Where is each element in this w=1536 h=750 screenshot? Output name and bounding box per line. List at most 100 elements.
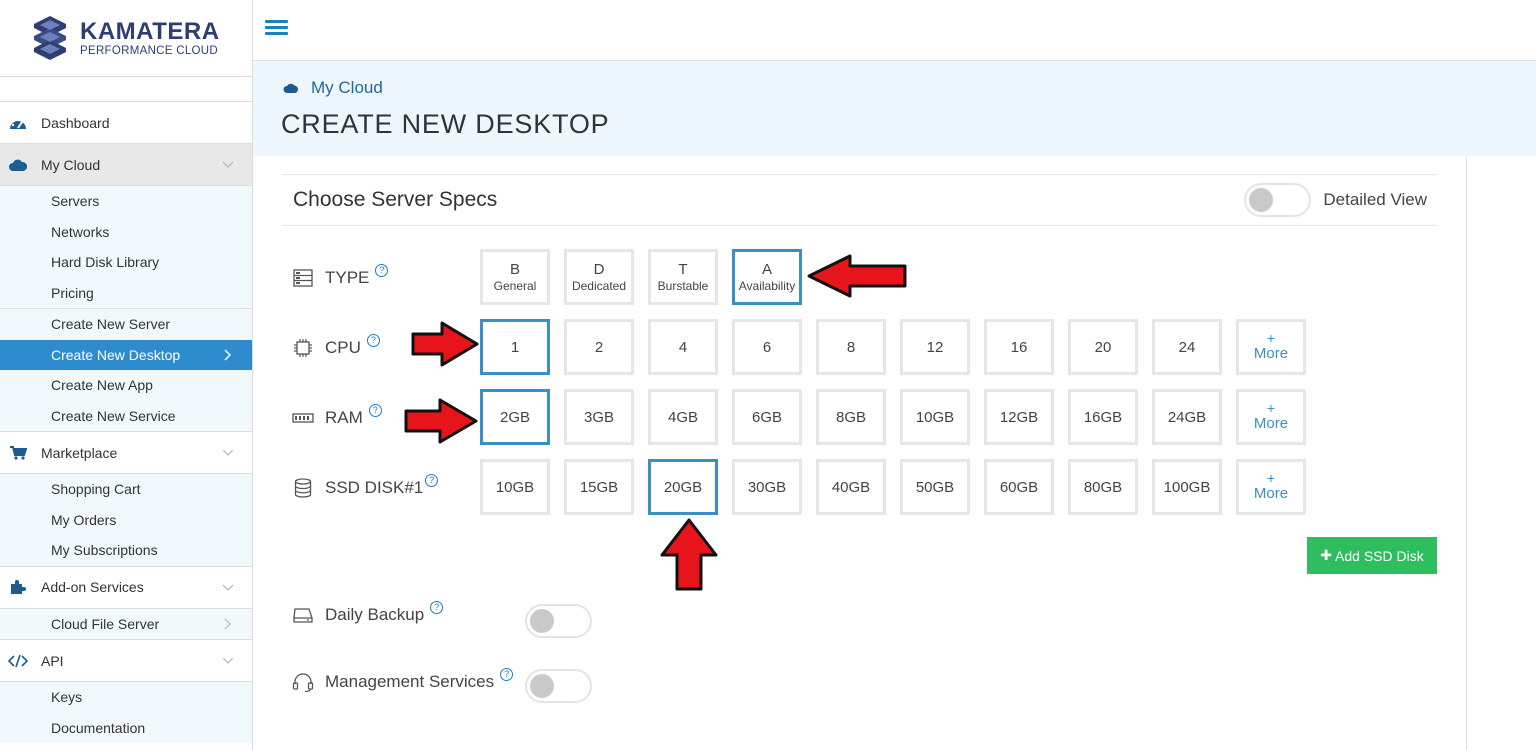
ram-option[interactable]: 16GB — [1068, 389, 1138, 445]
ssd-option[interactable]: 50GB — [900, 459, 970, 515]
sidebar-item-documentation[interactable]: Documentation — [0, 713, 252, 744]
sidebar-item-label: Create New Service — [51, 407, 176, 424]
dashboard-gauge-icon — [8, 115, 28, 131]
option-value: 16 — [1010, 338, 1028, 356]
plus-icon: ✚ — [1320, 547, 1333, 563]
cpu-option[interactable]: 12 — [900, 319, 970, 375]
option-value: 3GB — [583, 408, 614, 426]
ram-option[interactable]: 10GB — [900, 389, 970, 445]
type-option-t[interactable]: T Burstable — [648, 249, 718, 305]
help-icon[interactable]: ? — [500, 667, 514, 681]
ssd-more-button[interactable]: + More — [1236, 459, 1306, 515]
sidebar-item-my-subscriptions[interactable]: My Subscriptions — [0, 535, 252, 566]
sidebar-item-shopping-cart[interactable]: Shopping Cart — [0, 474, 252, 505]
option-sublabel: Dedicated — [571, 278, 627, 293]
sidebar-item-hard-disk-library[interactable]: Hard Disk Library — [0, 247, 252, 278]
sidebar-item-networks[interactable]: Networks — [0, 217, 252, 248]
ssd-option[interactable]: 60GB — [984, 459, 1054, 515]
ram-option[interactable]: 3GB — [564, 389, 634, 445]
ram-option[interactable]: 2GB — [480, 389, 550, 445]
sidebar-item-servers[interactable]: Servers — [0, 186, 252, 217]
help-icon[interactable]: ? — [366, 333, 380, 347]
help-icon[interactable]: ? — [368, 403, 382, 417]
ram-option[interactable]: 12GB — [984, 389, 1054, 445]
ssd-option[interactable]: 100GB — [1152, 459, 1222, 515]
cpu-option[interactable]: 16 — [984, 319, 1054, 375]
sidebar-item-pricing[interactable]: Pricing — [0, 278, 252, 309]
ssd-option[interactable]: 10GB — [480, 459, 550, 515]
cpu-option[interactable]: 20 — [1068, 319, 1138, 375]
sidebar-item-create-new-app[interactable]: Create New App — [0, 370, 252, 401]
ram-option[interactable]: 6GB — [732, 389, 802, 445]
ram-option[interactable]: 4GB — [648, 389, 718, 445]
hamburger-menu-icon[interactable] — [265, 20, 288, 38]
sidebar-item-my-orders[interactable]: My Orders — [0, 505, 252, 536]
logo[interactable]: KAMATERA PERFORMANCE CLOUD — [0, 0, 252, 77]
daily-backup-toggle[interactable] — [525, 604, 592, 638]
breadcrumb[interactable]: My Cloud — [283, 78, 383, 98]
detailed-view-toggle[interactable] — [1244, 183, 1311, 217]
ssd-option[interactable]: 20GB — [648, 459, 718, 515]
cpu-option[interactable]: 4 — [648, 319, 718, 375]
option-value: 1 — [510, 338, 520, 356]
detailed-view-label: Detailed View — [1323, 190, 1427, 209]
ssd-label: SSD DISK#1 — [325, 478, 424, 497]
sidebar-item-keys[interactable]: Keys — [0, 682, 252, 713]
api-submenu: Keys Documentation — [0, 682, 252, 743]
sidebar-item-dashboard[interactable]: Dashboard — [0, 102, 252, 144]
add-ssd-disk-button[interactable]: ✚ Add SSD Disk — [1307, 537, 1437, 574]
sidebar-item-cloud-file-server[interactable]: Cloud File Server — [0, 609, 252, 640]
sidebar-item-label: Networks — [51, 223, 110, 240]
sidebar-item-label: Keys — [51, 689, 83, 706]
add-ssd-label: Add SSD Disk — [1335, 547, 1424, 564]
ssd-option[interactable]: 15GB — [564, 459, 634, 515]
ram-more-button[interactable]: + More — [1236, 389, 1306, 445]
cpu-option[interactable]: 6 — [732, 319, 802, 375]
cpu-option[interactable]: 1 — [480, 319, 550, 375]
sidebar-item-marketplace[interactable]: Marketplace — [0, 432, 252, 474]
help-icon[interactable]: ? — [425, 473, 439, 487]
cpu-option[interactable]: 2 — [564, 319, 634, 375]
cloud-icon — [8, 157, 28, 173]
top-bar — [253, 0, 1536, 61]
sidebar-item-label: Hard Disk Library — [51, 254, 160, 271]
server-rack-icon — [292, 267, 314, 289]
type-option-d[interactable]: D Dedicated — [564, 249, 634, 305]
help-icon[interactable]: ? — [375, 263, 389, 277]
page-title: CREATE NEW DESKTOP — [281, 109, 610, 139]
ssd-option[interactable]: 80GB — [1068, 459, 1138, 515]
ssd-option[interactable]: 40GB — [816, 459, 886, 515]
option-value: 10GB — [495, 478, 535, 496]
sidebar-item-create-new-desktop[interactable]: Create New Desktop — [0, 339, 252, 370]
sidebar-item-add-on-services[interactable]: Add-on Services — [0, 566, 252, 609]
ram-option[interactable]: 24GB — [1152, 389, 1222, 445]
cpu-option[interactable]: 24 — [1152, 319, 1222, 375]
sidebar-item-my-cloud[interactable]: My Cloud — [0, 144, 252, 186]
option-value: 2GB — [499, 408, 530, 426]
type-option-b[interactable]: B General — [480, 249, 550, 305]
sidebar-item-label: Documentation — [51, 719, 146, 736]
ram-option[interactable]: 8GB — [816, 389, 886, 445]
management-services-toggle[interactable] — [525, 669, 592, 703]
sidebar-item-label: Create New App — [51, 377, 153, 394]
type-option-a[interactable]: A Availability — [732, 249, 802, 305]
nav-spacer — [0, 77, 252, 102]
cpu-option[interactable]: 8 — [816, 319, 886, 375]
option-sublabel: Availability — [738, 278, 796, 293]
ssd-option[interactable]: 30GB — [732, 459, 802, 515]
red-arrow-right-icon — [411, 321, 479, 367]
sidebar-item-api[interactable]: API — [0, 640, 252, 682]
sidebar-item-create-new-server[interactable]: Create New Server — [0, 309, 252, 340]
addon-submenu: Cloud File Server — [0, 608, 252, 640]
sidebar-item-label: API — [41, 652, 64, 669]
more-label: More — [1253, 345, 1289, 362]
sidebar-item-create-new-service[interactable]: Create New Service — [0, 401, 252, 432]
option-value: 24GB — [1167, 408, 1207, 426]
panel-header: Choose Server Specs Detailed View — [282, 174, 1437, 226]
sidebar-item-label: Create New Server — [51, 316, 171, 333]
help-icon[interactable]: ? — [430, 600, 444, 614]
cpu-more-button[interactable]: + More — [1236, 319, 1306, 375]
kamatera-logo-icon — [34, 16, 66, 60]
plus-glyph: + — [1266, 470, 1276, 486]
brand-name: KAMATERA — [80, 18, 220, 45]
